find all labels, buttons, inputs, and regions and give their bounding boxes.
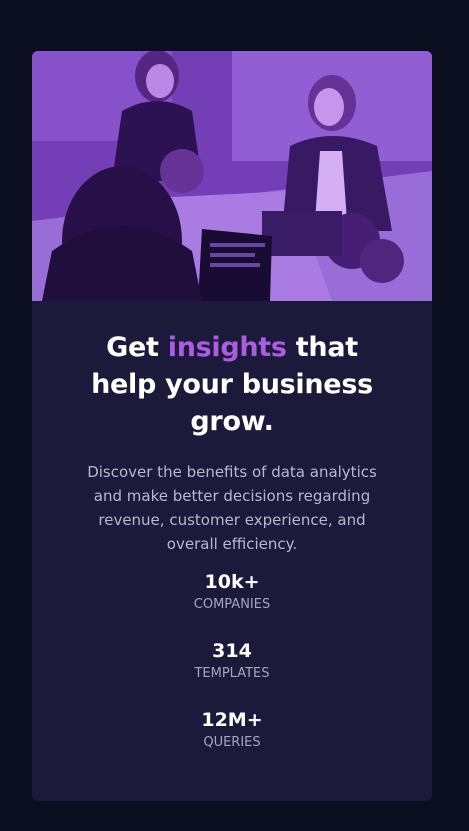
hero-tint-overlay: [32, 51, 432, 301]
stat-label: TEMPLATES: [194, 666, 270, 681]
headline-accent: insights: [167, 332, 287, 363]
stat-queries: 12M+ QUERIES: [32, 708, 432, 752]
headline-part-1: Get: [106, 332, 168, 363]
headline: Get insights that help your business gro…: [82, 329, 382, 440]
stat-value: 314: [212, 640, 252, 662]
stat-value: 10k+: [204, 571, 260, 593]
stat-value: 12M+: [201, 709, 263, 731]
description: Discover the benefits of data analytics …: [87, 463, 377, 553]
stats-list: 10k+ COMPANIES 314 TEMPLATES 12M+ QUERIE…: [32, 570, 432, 752]
stat-label: COMPANIES: [193, 597, 271, 612]
stat-label: QUERIES: [203, 735, 261, 750]
hero-image: [32, 51, 432, 301]
stat-templates: 314 TEMPLATES: [32, 639, 432, 683]
stats-preview-card: Get insights that help your business gro…: [32, 51, 432, 801]
card-content: Get insights that help your business gro…: [32, 301, 432, 752]
stat-companies: 10k+ COMPANIES: [32, 570, 432, 614]
